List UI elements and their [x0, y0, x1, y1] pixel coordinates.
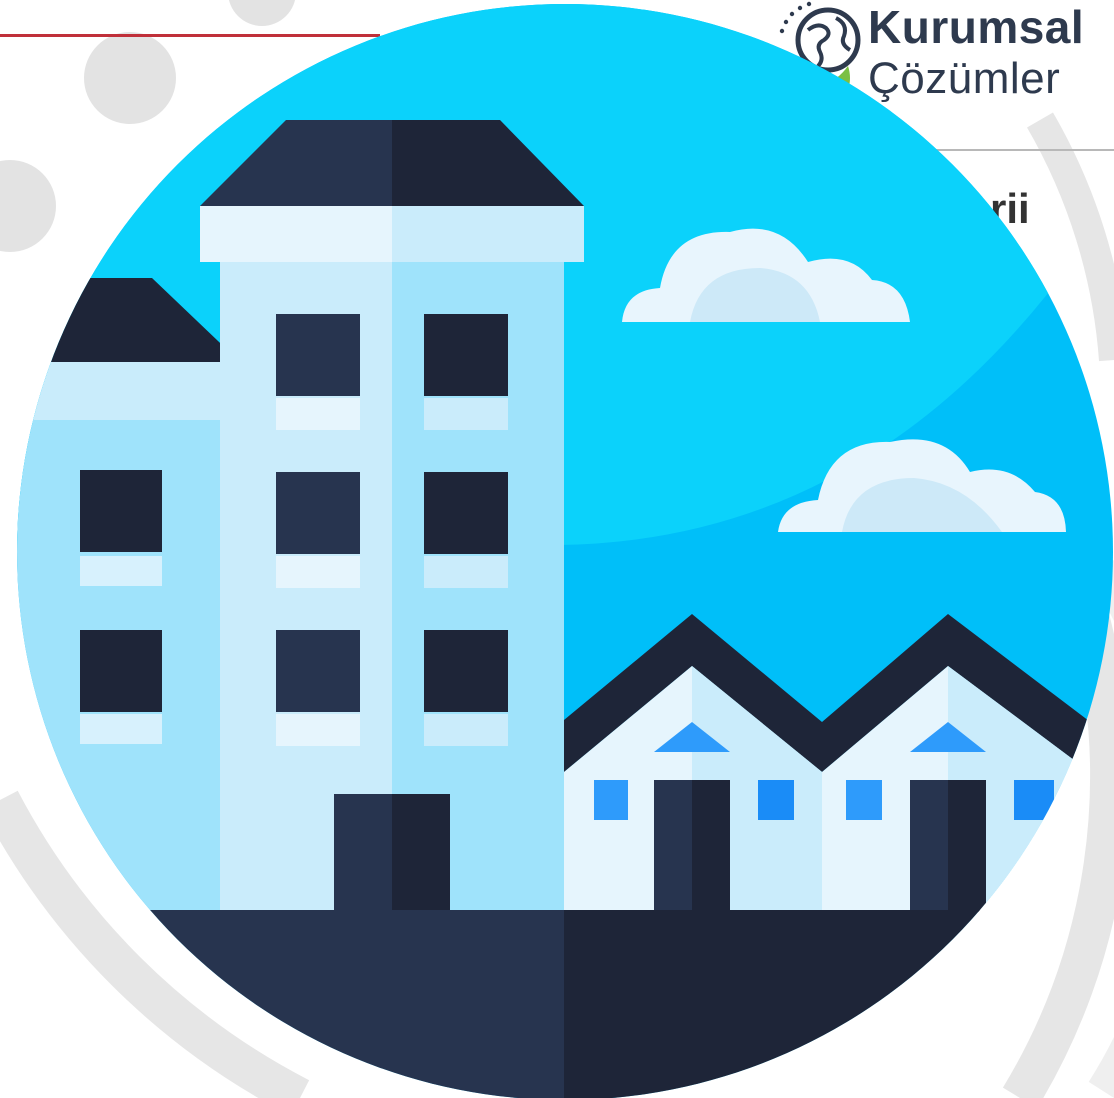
ground-right: [564, 910, 1113, 1098]
city-buildings-illustration: [17, 4, 1113, 1098]
ground-left: [17, 910, 564, 1098]
